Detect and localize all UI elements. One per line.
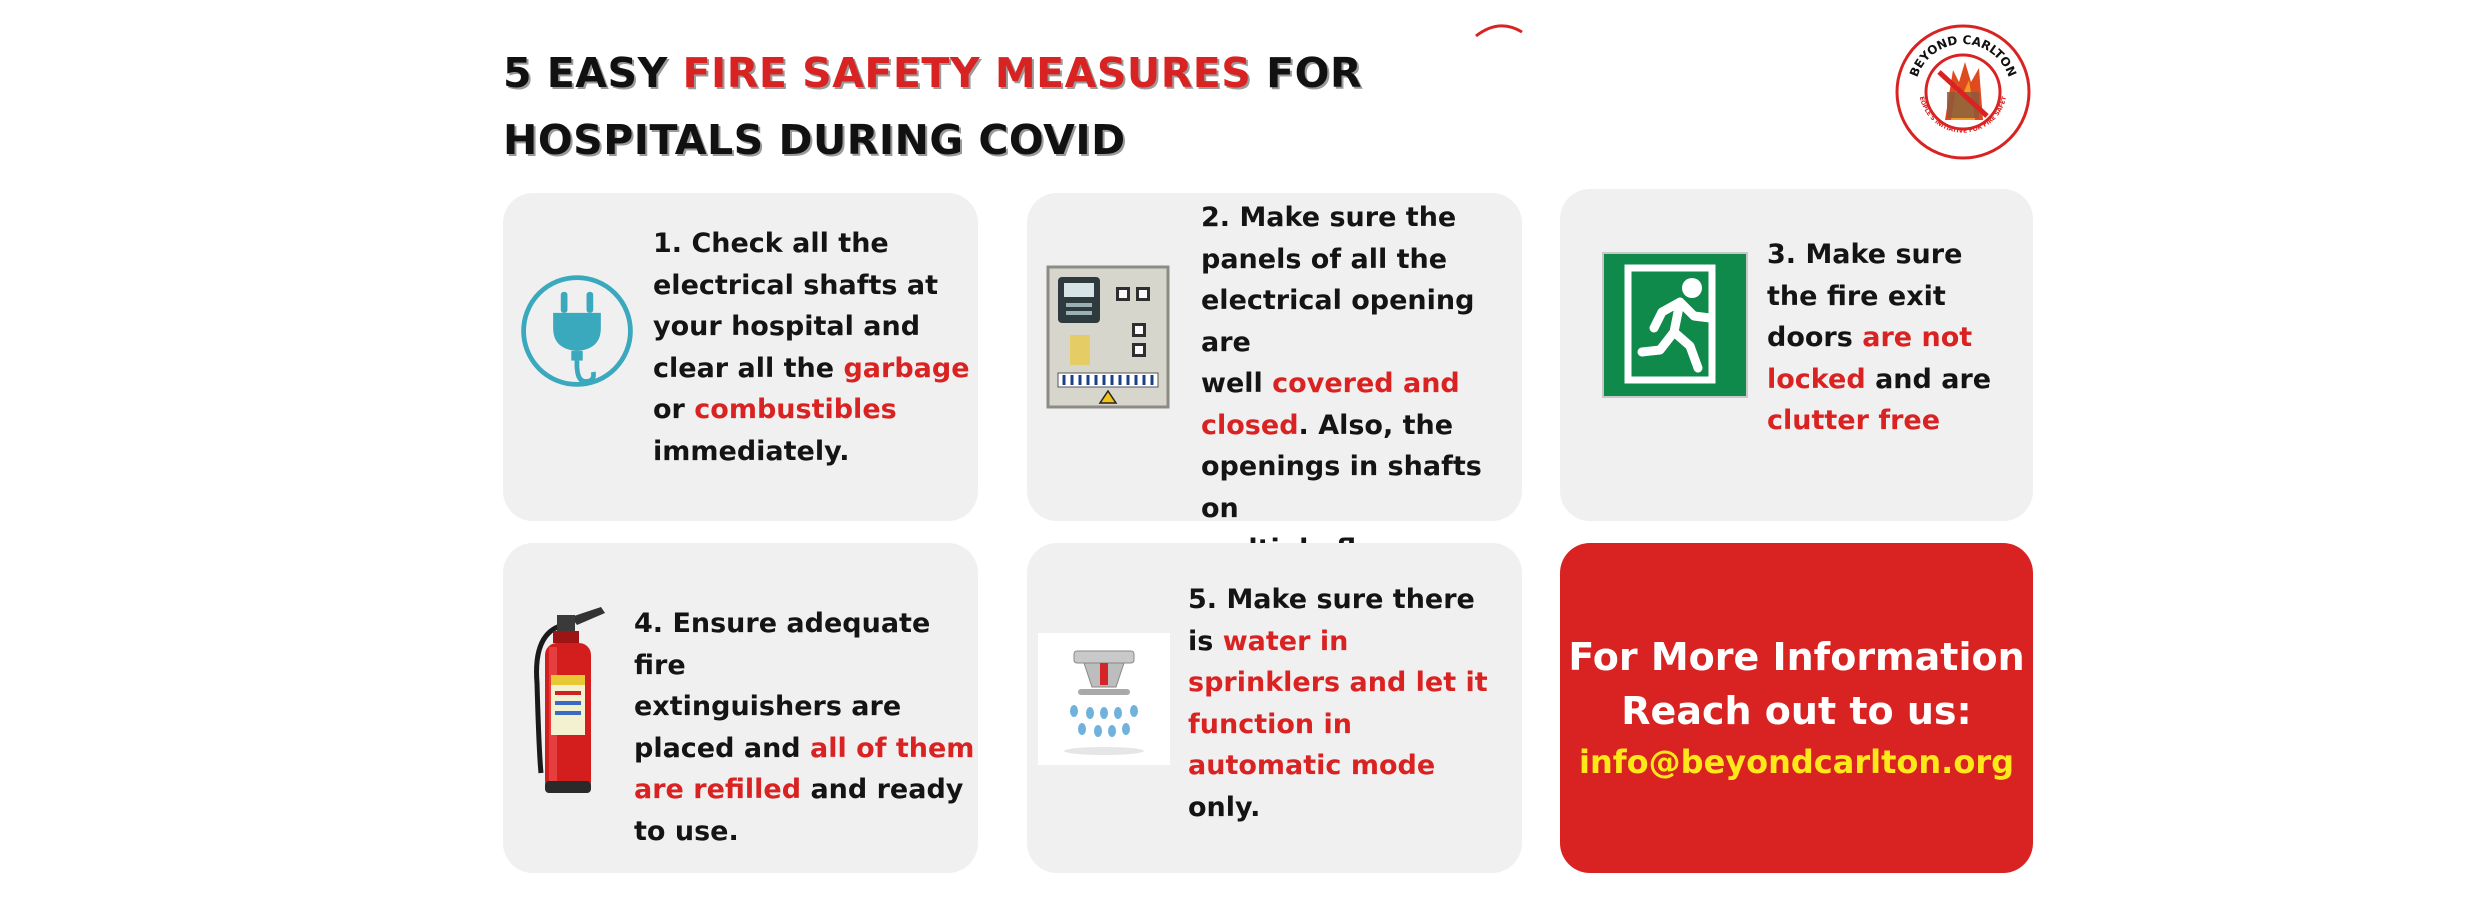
card-text-line: function in xyxy=(1188,704,1488,746)
body-text: only. xyxy=(1188,791,1261,823)
body-text: your hospital and xyxy=(653,311,921,342)
body-text: electrical opening are xyxy=(1201,285,1475,358)
highlight-text: closed xyxy=(1201,409,1299,441)
card-text-line: sprinklers and let it xyxy=(1188,662,1488,704)
body-text: electrical shafts at xyxy=(653,269,939,301)
body-text: 1. Check all the xyxy=(653,228,889,259)
card-fire-extinguishers: 4. Ensure adequate fire extinguishers are… xyxy=(503,543,978,873)
plug-icon xyxy=(521,275,633,387)
body-text: . Also, the xyxy=(1298,409,1454,441)
title-line-2: HOSPITALS DURING COVID xyxy=(503,116,1126,164)
card-text-line: well covered and xyxy=(1201,363,1522,405)
body-text: the fire exit xyxy=(1767,280,1946,312)
card-electrical-shafts: 1. Check all the electrical shafts at your… xyxy=(503,193,978,521)
contact-line-1: For More Information xyxy=(1568,635,2025,679)
body-text: immediately. xyxy=(653,435,850,467)
card-text-line: or combustibles xyxy=(653,389,970,431)
card-1-text: 1. Check all the electrical shafts at your… xyxy=(653,223,970,472)
contact-email-link[interactable]: info@beyondcarlton.org xyxy=(1579,738,2014,786)
card-text-line: doors are not xyxy=(1767,317,1991,359)
body-text: 5. Make sure there xyxy=(1188,584,1475,615)
body-text: extinguishers are xyxy=(634,691,902,722)
fire-extinguisher-icon xyxy=(534,607,605,793)
card-text-line: immediately. xyxy=(653,431,970,473)
title-highlight: FIRE SAFETY MEASURES xyxy=(682,49,1252,97)
body-text: 2. Make sure the xyxy=(1201,202,1457,233)
contact-line-2: Reach out to us: xyxy=(1621,689,1972,733)
card-text-line: extinguishers are xyxy=(634,686,978,728)
highlight-text: locked xyxy=(1767,363,1866,395)
card-text-line: locked and are xyxy=(1767,359,1991,401)
body-text: is xyxy=(1188,625,1223,657)
beyond-carlton-logo: BEYOND CARLTON PEOPLE'S INITIATIVE FOR F… xyxy=(1893,22,2031,160)
card-4-text: 4. Ensure adequate fire extinguishers are… xyxy=(634,603,978,852)
body-text: clear all the xyxy=(653,352,844,384)
highlight-text: all of them xyxy=(810,732,975,764)
card-text-line: panels of all the xyxy=(1201,239,1522,281)
body-text: and ready xyxy=(801,774,964,805)
card-text-line: electrical opening are xyxy=(1201,280,1522,363)
card-text-line: only. xyxy=(1188,787,1488,829)
card-text-line: your hospital and xyxy=(653,306,970,348)
highlight-text: water in xyxy=(1222,625,1349,657)
page-title: 5 EASY FIRE SAFETY MEASURES FOR HOSPITAL… xyxy=(503,40,1362,174)
highlight-text: are refilled xyxy=(634,774,802,805)
card-3-text: 3. Make sure the fire exit doors are not lo… xyxy=(1767,234,1991,442)
card-text-line: 5. Make sure there xyxy=(1188,579,1488,621)
electrical-panel-icon xyxy=(1046,265,1170,409)
card-electrical-panels: 2. Make sure the panels of all the electri… xyxy=(1027,193,1522,607)
highlight-text: are not xyxy=(1862,322,1973,353)
highlight-text: sprinklers and let it xyxy=(1188,667,1488,698)
infographic: 5 EASY FIRE SAFETY MEASURES FOR HOSPITAL… xyxy=(0,0,2478,900)
card-text-line: 1. Check all the xyxy=(653,223,970,265)
body-text: 3. Make sure xyxy=(1767,239,1963,270)
fire-exit-icon xyxy=(1602,252,1748,398)
card-text-line: to use. xyxy=(634,811,978,853)
sprinkler-icon xyxy=(1038,633,1170,765)
card-text-line: are refilled and ready xyxy=(634,769,978,811)
highlight-text: garbage xyxy=(843,352,970,384)
card-sprinklers: 5. Make sure there is water in sprinklers … xyxy=(1027,543,1522,873)
highlight-text: covered and xyxy=(1272,368,1460,399)
highlight-text: function in xyxy=(1188,708,1353,740)
card-text-line: openings in shafts on xyxy=(1201,446,1522,529)
card-text-line: electrical shafts at xyxy=(653,265,970,307)
card-text-line: the fire exit xyxy=(1767,276,1991,318)
card-text-line: clear all the garbage xyxy=(653,348,970,390)
card-5-text: 5. Make sure there is water in sprinklers … xyxy=(1188,579,1488,828)
highlight-text: automatic mode xyxy=(1188,750,1436,781)
body-text: 4. Ensure adequate fire xyxy=(634,608,931,681)
card-text-line: 4. Ensure adequate fire xyxy=(634,603,978,686)
body-text: openings in shafts on xyxy=(1201,451,1482,524)
body-text: doors xyxy=(1767,322,1863,353)
decorative-arc-icon xyxy=(1475,24,1523,38)
highlight-text: combustibles xyxy=(694,394,897,425)
body-text: to use. xyxy=(634,815,739,847)
title-part-1: 5 EASY xyxy=(503,49,683,97)
body-text: placed and xyxy=(634,732,811,764)
card-text-line: is water in xyxy=(1188,621,1488,663)
card-text-line: 3. Make sure xyxy=(1767,234,1991,276)
card-fire-exit: 3. Make sure the fire exit doors are not lo… xyxy=(1560,189,2033,521)
card-text-line: closed. Also, the xyxy=(1201,405,1522,447)
title-part-3: FOR xyxy=(1251,49,1363,97)
card-text-line: automatic mode xyxy=(1188,745,1488,787)
body-text: or xyxy=(653,394,695,425)
contact-block: For More Information Reach out to us: in… xyxy=(1560,543,2033,873)
body-text: panels of all the xyxy=(1201,243,1448,275)
card-text-line: placed and all of them xyxy=(634,728,978,770)
body-text: and are xyxy=(1865,363,1992,395)
contact-card: For More Information Reach out to us: in… xyxy=(1560,543,2033,873)
highlight-text: clutter free xyxy=(1767,405,1941,436)
card-text-line: 2. Make sure the xyxy=(1201,197,1522,239)
card-text-line: clutter free xyxy=(1767,400,1991,442)
body-text: well xyxy=(1201,368,1273,399)
